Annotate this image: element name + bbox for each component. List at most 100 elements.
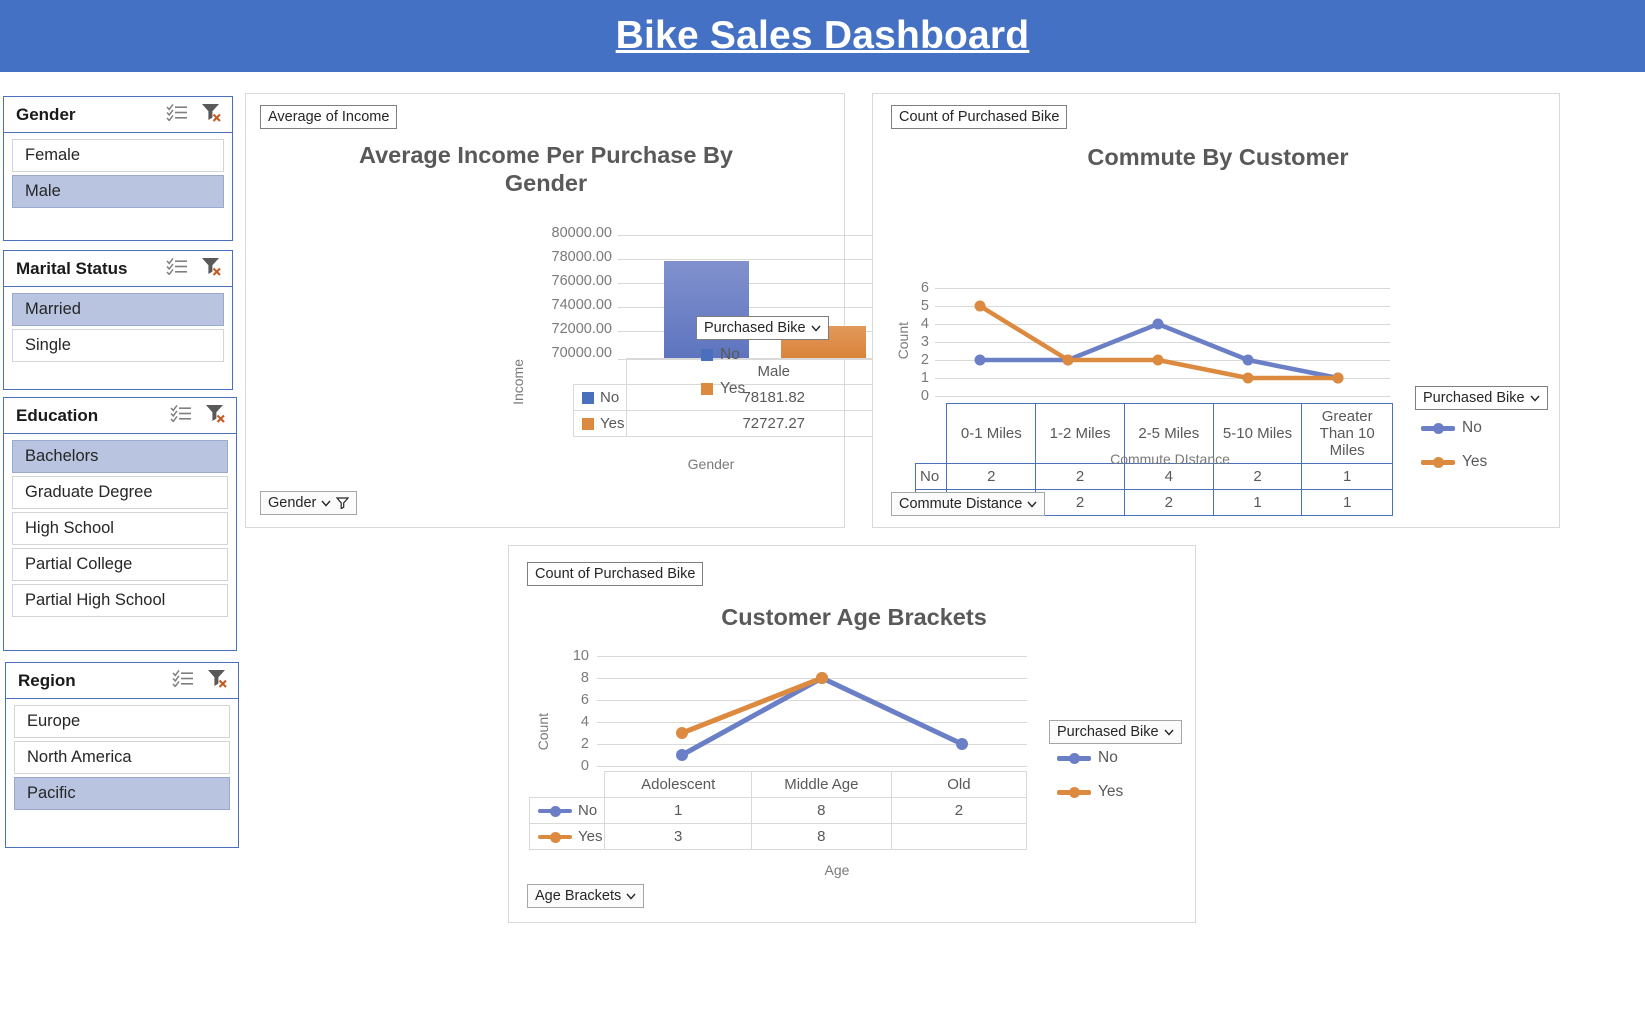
y-tick-label: 74000.00 bbox=[551, 297, 612, 313]
multi-select-icon[interactable] bbox=[166, 257, 188, 280]
slicer-item-europe[interactable]: Europe bbox=[14, 705, 230, 738]
value-field-button-average-income[interactable]: Average of Income bbox=[260, 105, 398, 130]
chevron-down-icon bbox=[1530, 395, 1540, 402]
data-table-income: Male No 78181.82 Yes 72727.27 bbox=[572, 358, 921, 437]
table-cell: 8 bbox=[750, 797, 892, 824]
slicer-header: Region bbox=[6, 663, 238, 699]
legend-field-button-purchased-bike[interactable]: Purchased Bike bbox=[1049, 720, 1182, 745]
slicer-item-female[interactable]: Female bbox=[12, 139, 224, 172]
y-axis-title-age: Count bbox=[535, 713, 551, 751]
axis-field-button-age-brackets[interactable]: Age Brackets bbox=[527, 884, 645, 909]
table-corner-cell bbox=[574, 359, 627, 385]
slicer-items: Married Single bbox=[4, 287, 232, 370]
table-row: Yes 72727.27 bbox=[572, 410, 921, 437]
plot-area-age bbox=[597, 656, 1027, 771]
table-cell: 1 bbox=[1212, 489, 1303, 516]
chevron-down-icon bbox=[1027, 501, 1037, 508]
chart-panel-income: Average of Income Average Income Per Pur… bbox=[245, 93, 921, 528]
slicer-item-bachelors[interactable]: Bachelors bbox=[12, 440, 228, 473]
value-field-button-count-purchased-bike[interactable]: Count of Purchased Bike bbox=[527, 562, 704, 587]
y-tick-label: 6 bbox=[580, 692, 589, 708]
table-cell: 4 bbox=[1123, 463, 1214, 490]
legend-swatch-no bbox=[701, 349, 713, 361]
chart-title-commute: Commute By Customer bbox=[1087, 144, 1349, 170]
x-axis-title-income: Gender bbox=[687, 456, 735, 472]
series-marker-yes bbox=[538, 831, 572, 843]
table-cell: 1 bbox=[1301, 489, 1393, 516]
multi-select-icon[interactable] bbox=[166, 103, 188, 126]
x-axis-title-age: Age bbox=[824, 862, 850, 878]
table-col-header: Adolescent bbox=[604, 771, 752, 798]
chart-title-income: Average Income Per Purchase By Gender bbox=[358, 142, 733, 196]
legend-item-no: No bbox=[701, 346, 745, 364]
slicer-items: Bachelors Graduate Degree High School Pa… bbox=[4, 434, 236, 625]
slicer-item-pacific[interactable]: Pacific bbox=[14, 777, 230, 810]
legend-swatch-no bbox=[1421, 422, 1455, 434]
y-tick-label: 4 bbox=[920, 316, 929, 332]
legend-field-button-purchased-bike[interactable]: Purchased Bike bbox=[1415, 386, 1548, 411]
table-row: No 1 8 2 bbox=[528, 797, 1028, 824]
y-tick-label: 6 bbox=[920, 280, 929, 296]
slicer-gender[interactable]: Gender Female Male bbox=[3, 96, 233, 241]
slicer-item-single[interactable]: Single bbox=[12, 329, 224, 362]
clear-filter-icon[interactable] bbox=[206, 668, 230, 693]
clear-filter-icon[interactable] bbox=[204, 403, 228, 428]
chevron-down-icon bbox=[1164, 729, 1174, 736]
table-row: No 2 2 4 2 1 bbox=[914, 463, 1393, 490]
slicer-title: Marital Status bbox=[16, 258, 128, 278]
slicer-header: Education bbox=[4, 398, 236, 434]
clear-filter-icon[interactable] bbox=[200, 102, 224, 127]
table-row: No 78181.82 bbox=[572, 384, 921, 411]
filter-funnel-icon bbox=[336, 497, 350, 510]
slicer-header: Marital Status bbox=[4, 251, 232, 287]
legend-items-age: No Yes bbox=[1057, 749, 1123, 801]
table-cell: 2 bbox=[1212, 463, 1303, 490]
slicer-items: Female Male bbox=[4, 133, 232, 216]
table-cell: 8 bbox=[750, 823, 892, 850]
slicer-title: Region bbox=[18, 670, 76, 690]
legend-field-button-purchased-bike[interactable]: Purchased Bike bbox=[696, 316, 829, 341]
slicer-item-north-america[interactable]: North America bbox=[14, 741, 230, 774]
table-row-label-no: No bbox=[914, 463, 948, 490]
clear-filter-icon[interactable] bbox=[200, 256, 224, 281]
multi-select-icon[interactable] bbox=[172, 669, 194, 692]
slicer-item-high-school[interactable]: High School bbox=[12, 512, 228, 545]
slicer-education[interactable]: Education Bachelors Graduate Degree High… bbox=[3, 397, 237, 651]
y-tick-label: 1 bbox=[920, 370, 929, 386]
chevron-down-icon bbox=[321, 500, 331, 507]
axis-field-button-gender[interactable]: Gender bbox=[260, 491, 358, 516]
legend-item-yes: Yes bbox=[1421, 453, 1487, 471]
y-tick-label: 3 bbox=[920, 334, 929, 350]
line-series-age bbox=[676, 672, 968, 761]
page-title: Bike Sales Dashboard bbox=[615, 14, 1030, 57]
table-row-label-no: No bbox=[572, 384, 628, 411]
legend-swatch-yes bbox=[1421, 456, 1455, 468]
data-table-age: Adolescent Middle Age Old No 1 8 2 Yes 3… bbox=[528, 771, 1028, 850]
table-row-label-no: No bbox=[528, 797, 606, 824]
y-tick-label: 5 bbox=[920, 298, 929, 314]
legend-item-yes: Yes bbox=[1057, 783, 1123, 801]
value-field-button-count-purchased-bike[interactable]: Count of Purchased Bike bbox=[891, 105, 1068, 130]
chevron-down-icon bbox=[626, 893, 636, 900]
y-tick-label: 76000.00 bbox=[551, 273, 612, 289]
slicer-item-partial-high-school[interactable]: Partial High School bbox=[12, 584, 228, 617]
table-cell: 2 bbox=[1035, 489, 1125, 516]
legend-swatch-yes bbox=[701, 383, 713, 395]
table-row-label-yes: Yes bbox=[572, 410, 628, 437]
slicer-item-male[interactable]: Male bbox=[12, 175, 224, 208]
slicer-item-partial-college[interactable]: Partial College bbox=[12, 548, 228, 581]
table-cell: 3 bbox=[604, 823, 752, 850]
slicer-marital-status[interactable]: Marital Status Married Single bbox=[3, 250, 233, 390]
table-corner-cell bbox=[916, 404, 947, 464]
slicer-region[interactable]: Region Europe North America Pacific bbox=[5, 662, 239, 848]
slicer-item-married[interactable]: Married bbox=[12, 293, 224, 326]
table-row: Yes 3 8 bbox=[528, 823, 1028, 850]
table-cell: 1 bbox=[1301, 463, 1393, 490]
y-tick-label: 2 bbox=[580, 736, 589, 752]
chart-title-age: Customer Age Brackets bbox=[721, 604, 987, 630]
multi-select-icon[interactable] bbox=[170, 404, 192, 427]
slicer-header: Gender bbox=[4, 97, 232, 133]
slicer-item-graduate-degree[interactable]: Graduate Degree bbox=[12, 476, 228, 509]
axis-field-button-commute-distance[interactable]: Commute Distance bbox=[891, 492, 1046, 517]
table-cell: 2 bbox=[946, 463, 1037, 490]
